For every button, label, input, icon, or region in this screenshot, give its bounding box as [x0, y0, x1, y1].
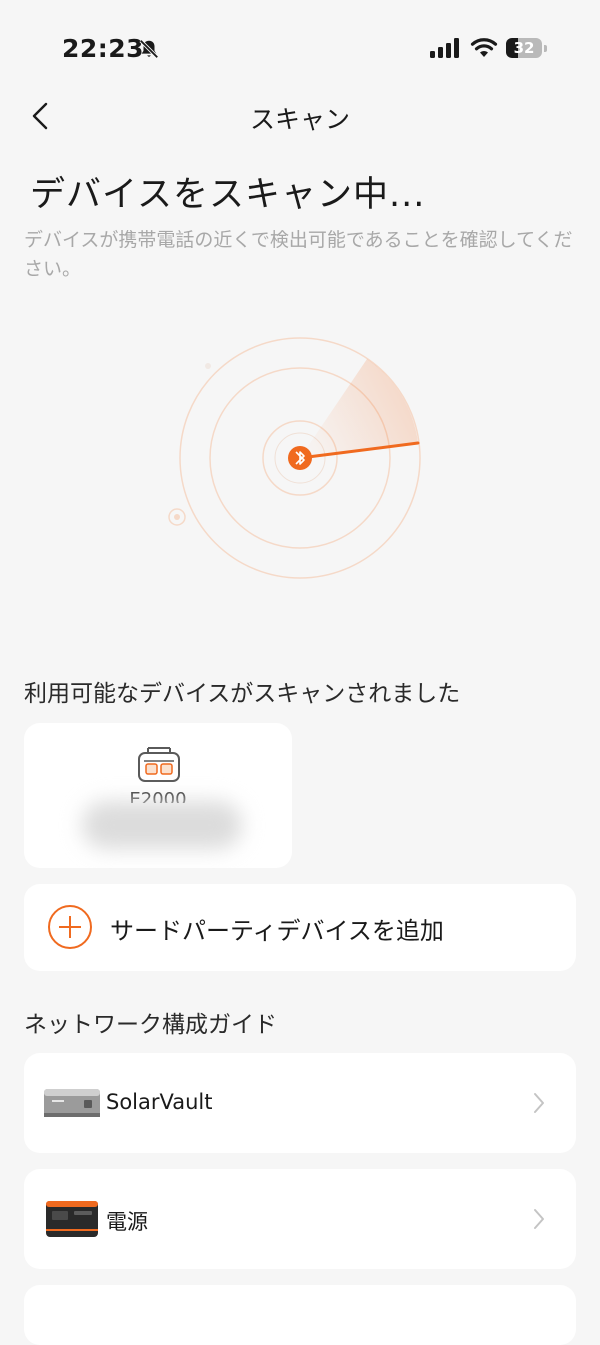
wifi-icon [470, 38, 498, 57]
battery-indicator: 32 [506, 36, 548, 60]
plus-circle-icon [48, 905, 92, 949]
device-info-redacted [82, 801, 242, 849]
scan-radar [168, 337, 421, 579]
power-station-image [46, 1201, 98, 1237]
network-guide-title: ネットワーク構成ガイド [24, 1012, 277, 1038]
nav-bar: スキャン [0, 88, 600, 144]
add-third-party-label: サードパーティデバイスを追加 [110, 917, 444, 945]
guide-item-label: SolarVault [106, 1090, 213, 1114]
guide-item-next[interactable] [24, 1285, 576, 1345]
solarvault-image [44, 1089, 100, 1117]
power-station-icon [138, 747, 180, 782]
cellular-signal-icon [430, 38, 459, 58]
guide-item-label: 電源 [106, 1210, 148, 1234]
available-devices-title: 利用可能なデバイスがスキャンされました [24, 681, 461, 707]
radar-sweep [300, 359, 418, 458]
page-title: スキャン [249, 105, 350, 134]
scan-subtitle: デバイスが携帯電話の近くで検出可能であることを確認してください。 [24, 229, 573, 280]
status-bar: 22:23 32 [0, 0, 600, 96]
device-card[interactable]: E2000 [24, 723, 292, 868]
add-third-party-button[interactable]: サードパーティデバイスを追加 [24, 884, 576, 971]
chevron-right-icon [534, 1209, 544, 1229]
bell-slash-icon [139, 39, 159, 59]
scan-heading: デバイスをスキャン中... [30, 175, 426, 215]
status-time: 22:23 [62, 34, 145, 63]
chevron-right-icon [534, 1093, 544, 1113]
chevron-left-icon[interactable] [24, 98, 60, 134]
guide-item-power[interactable]: 電源 [24, 1169, 576, 1269]
battery-percent: 32 [513, 39, 535, 57]
guide-item-solarvault[interactable]: SolarVault [24, 1053, 576, 1153]
